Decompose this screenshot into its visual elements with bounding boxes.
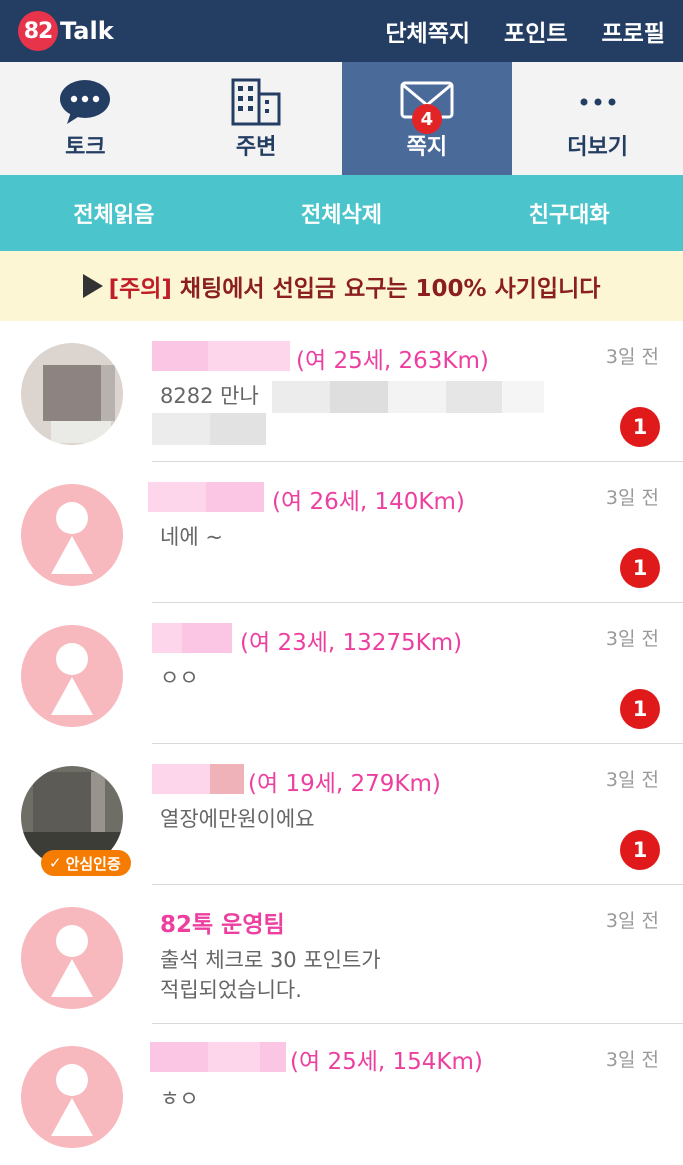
friend-chat-button[interactable]: 친구대화: [455, 197, 683, 229]
user-info: (여 25세, 263Km): [296, 348, 489, 374]
group-message-link[interactable]: 단체쪽지: [385, 14, 470, 48]
user-info: (여 26세, 140Km): [272, 489, 465, 515]
play-triangle-icon: [82, 274, 103, 298]
user-info: (여 25세, 154Km): [290, 1049, 483, 1075]
timestamp: 3일 전: [605, 628, 659, 650]
top-bar: 82 Talk 단체쪽지 포인트 프로필: [0, 0, 683, 62]
delete-all-button[interactable]: 전체삭제: [228, 197, 456, 229]
conversation-row[interactable]: 82톡 운영팀 출석 체크로 30 포인트가 적립되었습니다. 3일 전: [0, 885, 683, 1024]
conversation-row[interactable]: (여 25세, 263Km) 8282 만나 3일 전 1: [0, 321, 683, 462]
more-dots-icon: [580, 98, 616, 106]
top-nav: 단체쪽지 포인트 프로필: [385, 0, 665, 62]
avatar[interactable]: [21, 343, 123, 445]
warning-label: [주의]: [108, 276, 172, 302]
user-info: (여 19세, 279Km): [248, 771, 441, 797]
conversation-row[interactable]: (여 25세, 154Km) ㅎㅇ 3일 전: [0, 1024, 683, 1165]
timestamp: 3일 전: [605, 1049, 659, 1071]
blurred-nickname: [152, 341, 290, 371]
message-preview: ㅎㅇ: [160, 1087, 199, 1111]
action-bar: 전체읽음 전체삭제 친구대화: [0, 175, 683, 251]
logo-number: 82: [18, 11, 58, 51]
avatar[interactable]: [21, 625, 123, 727]
message-preview: 열장에만원이에요: [160, 807, 315, 831]
timestamp: 3일 전: [605, 769, 659, 791]
blurred-nickname: [152, 623, 232, 653]
unread-badge: 1: [620, 689, 660, 729]
main-tabs: 토크 주변 4 쪽지 더보기: [0, 62, 683, 175]
timestamp: 3일 전: [605, 910, 659, 932]
conversation-list: (여 25세, 263Km) 8282 만나 3일 전 1 (여 26세, 14…: [0, 321, 683, 1165]
tab-messages[interactable]: 4 쪽지: [341, 62, 513, 175]
timestamp: 3일 전: [605, 346, 659, 368]
read-all-button[interactable]: 전체읽음: [0, 197, 228, 229]
avatar[interactable]: [21, 1046, 123, 1148]
tab-more[interactable]: 더보기: [512, 62, 683, 175]
tab-talk[interactable]: 토크: [0, 62, 171, 175]
message-preview: 네에 ~: [160, 525, 223, 549]
blurred-nickname: [148, 482, 264, 512]
scam-warning-banner: [주의] 채팅에서 선입금 요구는 100% 사기입니다: [0, 251, 683, 321]
points-link[interactable]: 포인트: [504, 14, 567, 48]
message-preview: ㅇㅇ: [160, 666, 199, 690]
message-line-1: 출석 체크로 30 포인트가: [160, 948, 381, 972]
message-preview: 8282 만나: [160, 384, 259, 408]
sender-name: 82톡 운영팀: [160, 912, 285, 938]
unread-badge: 1: [620, 548, 660, 588]
message-line-2: 적립되었습니다.: [160, 978, 302, 1002]
blurred-message-line2: [152, 413, 266, 445]
avatar[interactable]: [21, 907, 123, 1009]
blurred-nickname: [152, 764, 244, 794]
unread-badge: 1: [620, 407, 660, 447]
blurred-nickname: [150, 1042, 286, 1072]
timestamp: 3일 전: [605, 487, 659, 509]
tab-label: 토크: [65, 135, 106, 160]
warning-text: 채팅에서 선입금 요구는 100% 사기입니다: [171, 276, 601, 302]
profile-link[interactable]: 프로필: [602, 14, 665, 48]
conversation-row[interactable]: ✓ 안심인증 (여 19세, 279Km) 열장에만원이에요 3일 전 1: [0, 744, 683, 885]
avatar[interactable]: [21, 484, 123, 586]
verified-label: 안심인증: [65, 854, 121, 873]
check-icon: ✓: [49, 854, 62, 872]
message-preview: 출석 체크로 30 포인트가 적립되었습니다.: [160, 945, 381, 1005]
logo-word: Talk: [60, 17, 114, 45]
tab-label: 더보기: [567, 135, 628, 160]
app-logo[interactable]: 82 Talk: [18, 11, 114, 51]
conversation-row[interactable]: (여 23세, 13275Km) ㅇㅇ 3일 전 1: [0, 603, 683, 744]
chat-bubble-icon: [60, 80, 111, 124]
building-icon: [231, 78, 281, 126]
user-info: (여 23세, 13275Km): [240, 630, 463, 656]
blurred-message: [272, 381, 544, 413]
message-count-badge: 4: [411, 104, 442, 134]
tab-nearby[interactable]: 주변: [171, 62, 342, 175]
unread-badge: 1: [620, 830, 660, 870]
tab-label: 주변: [235, 135, 277, 160]
verified-badge: ✓ 안심인증: [41, 850, 131, 876]
conversation-row[interactable]: (여 26세, 140Km) 네에 ~ 3일 전 1: [0, 462, 683, 603]
